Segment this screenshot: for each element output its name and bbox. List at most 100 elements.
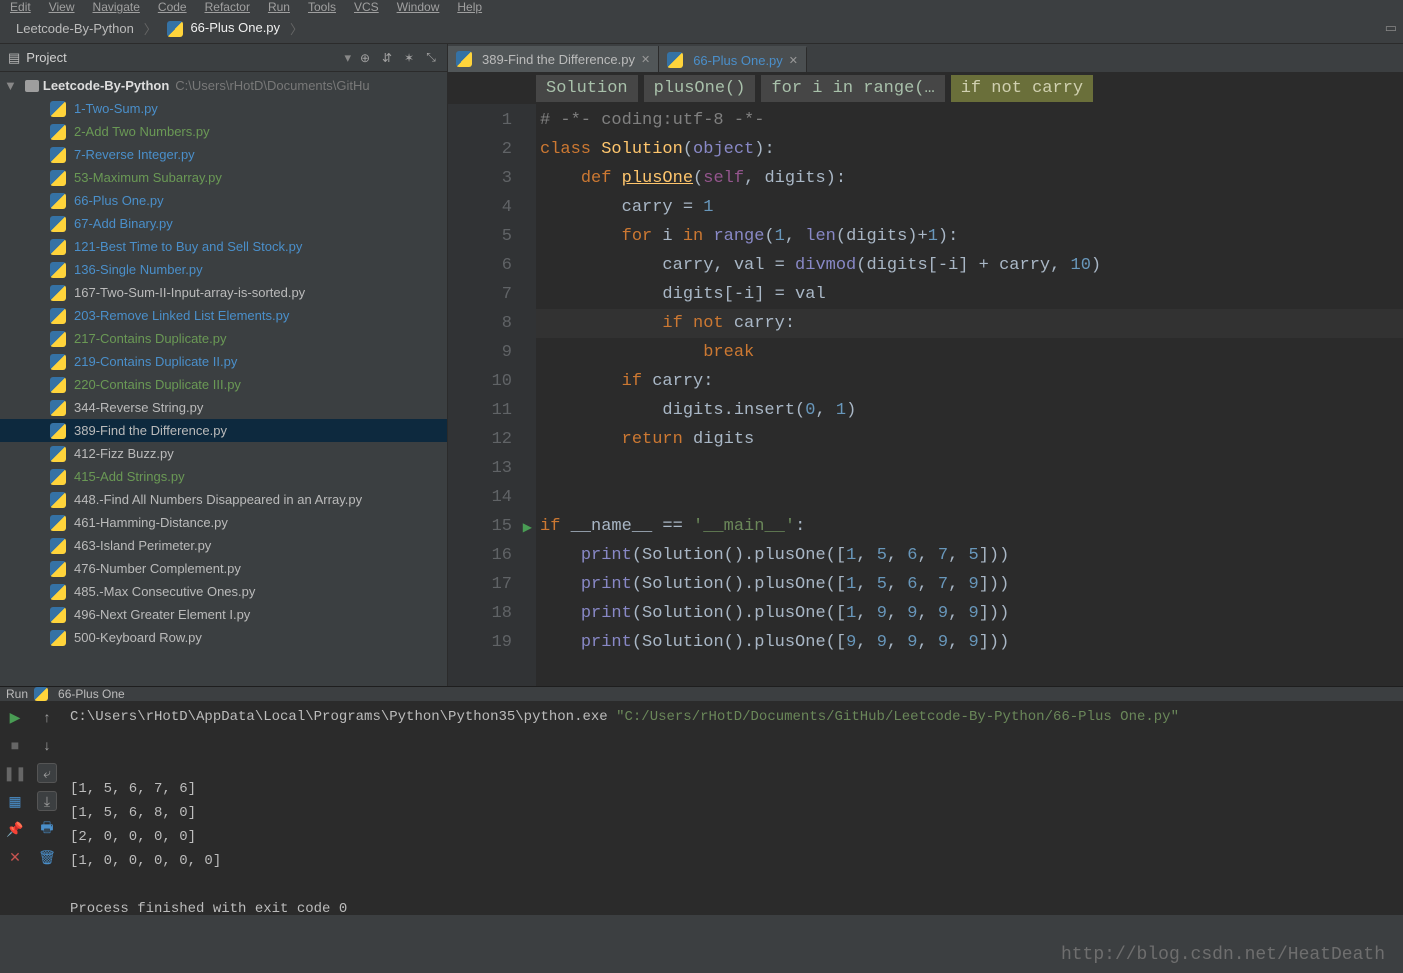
console-command: C:\Users\rHotD\AppData\Local\Programs\Py… <box>70 705 1397 729</box>
file-item[interactable]: 344-Reverse String.py <box>0 396 447 419</box>
project-tree[interactable]: ▼ Leetcode-By-Python C:\Users\rHotD\Docu… <box>0 72 447 686</box>
file-item[interactable]: 217-Contains Duplicate.py <box>0 327 447 350</box>
rerun-icon[interactable]: ▶ <box>5 707 25 727</box>
code-line[interactable]: carry, val = divmod(digits[-i] + carry, … <box>536 251 1403 280</box>
code-editor[interactable]: 1234567891011121314▶1516171819 # -*- cod… <box>448 104 1403 686</box>
file-item[interactable]: 167-Two-Sum-II-Input-array-is-sorted.py <box>0 281 447 304</box>
run-gutter-icon[interactable]: ▶ <box>523 514 532 543</box>
gear-icon[interactable]: ✶ <box>401 50 417 66</box>
menu-vcs[interactable]: VCS <box>354 0 379 14</box>
context-chip[interactable]: for i in range(… <box>761 75 944 102</box>
file-item[interactable]: 448.-Find All Numbers Disappeared in an … <box>0 488 447 511</box>
file-item[interactable]: 496-Next Greater Element I.py <box>0 603 447 626</box>
code-line[interactable]: print(Solution().plusOne([9, 9, 9, 9, 9]… <box>536 628 1403 657</box>
close-icon[interactable]: ✕ <box>5 847 25 867</box>
menu-run[interactable]: Run <box>268 0 290 14</box>
file-item[interactable]: 136-Single Number.py <box>0 258 447 281</box>
file-item[interactable]: 461-Hamming-Distance.py <box>0 511 447 534</box>
up-icon[interactable]: ↑ <box>37 707 57 727</box>
menu-navigate[interactable]: Navigate <box>93 0 140 14</box>
chevron-down-icon[interactable]: ▾ <box>344 50 351 66</box>
menu-edit[interactable]: Edit <box>10 0 31 14</box>
file-name: 217-Contains Duplicate.py <box>74 331 226 346</box>
code-line[interactable] <box>536 483 1403 512</box>
code-line[interactable]: print(Solution().plusOne([1, 9, 9, 9, 9]… <box>536 599 1403 628</box>
file-item[interactable]: 2-Add Two Numbers.py <box>0 120 447 143</box>
menu-tools[interactable]: Tools <box>308 0 336 14</box>
collapse-icon[interactable]: ⇵ <box>379 50 395 66</box>
code-line[interactable]: digits[-i] = val <box>536 280 1403 309</box>
console-output[interactable]: C:\Users\rHotD\AppData\Local\Programs\Py… <box>64 701 1403 973</box>
file-name: 203-Remove Linked List Elements.py <box>74 308 289 323</box>
print-icon[interactable]: 🖶 <box>37 819 57 839</box>
breadcrumb-root[interactable]: Leetcode-By-Python <box>6 19 144 38</box>
close-icon[interactable]: ✕ <box>641 53 650 66</box>
file-item[interactable]: 7-Reverse Integer.py <box>0 143 447 166</box>
locate-icon[interactable]: ⊕ <box>357 50 373 66</box>
context-chip[interactable]: Solution <box>536 75 638 102</box>
file-item[interactable]: 412-Fizz Buzz.py <box>0 442 447 465</box>
run-label[interactable]: Run <box>6 687 28 701</box>
file-item[interactable]: 485.-Max Consecutive Ones.py <box>0 580 447 603</box>
file-item[interactable]: 66-Plus One.py <box>0 189 447 212</box>
file-item[interactable]: 415-Add Strings.py <box>0 465 447 488</box>
project-panel-title[interactable]: Project <box>26 50 336 65</box>
python-file-icon <box>50 377 66 393</box>
code-line[interactable]: break <box>536 338 1403 367</box>
code-line[interactable]: for i in range(1, len(digits)+1): <box>536 222 1403 251</box>
pin-icon[interactable]: 📌 <box>5 819 25 839</box>
context-chip[interactable]: if not carry <box>951 75 1093 102</box>
code-line[interactable]: return digits <box>536 425 1403 454</box>
toolbar-right-icon[interactable]: ▭ <box>1357 20 1397 38</box>
pause-icon[interactable]: ❚❚ <box>5 763 25 783</box>
file-item[interactable]: 67-Add Binary.py <box>0 212 447 235</box>
file-item[interactable]: 463-Island Perimeter.py <box>0 534 447 557</box>
file-item[interactable]: 219-Contains Duplicate II.py <box>0 350 447 373</box>
file-item[interactable]: 203-Remove Linked List Elements.py <box>0 304 447 327</box>
code-line[interactable]: def plusOne(self, digits): <box>536 164 1403 193</box>
code-line[interactable]: carry = 1 <box>536 193 1403 222</box>
menu-window[interactable]: Window <box>397 0 440 14</box>
menu-refactor[interactable]: Refactor <box>205 0 250 14</box>
code-line[interactable]: print(Solution().plusOne([1, 5, 6, 7, 5]… <box>536 541 1403 570</box>
file-item[interactable]: 53-Maximum Subarray.py <box>0 166 447 189</box>
run-config-name[interactable]: 66-Plus One <box>58 687 125 701</box>
down-icon[interactable]: ↓ <box>37 735 57 755</box>
close-icon[interactable]: ✕ <box>789 54 798 67</box>
editor-tab[interactable]: 389-Find the Difference.py✕ <box>448 46 659 72</box>
code-line[interactable]: # -*- coding:utf-8 -*- <box>536 106 1403 135</box>
code-line[interactable]: if carry: <box>536 367 1403 396</box>
file-item[interactable]: 476-Number Complement.py <box>0 557 447 580</box>
expand-icon[interactable]: ▼ <box>4 78 17 93</box>
context-chip[interactable]: plusOne() <box>644 75 756 102</box>
hide-icon[interactable]: ⤡ <box>423 50 439 66</box>
file-name: 1-Two-Sum.py <box>74 101 158 116</box>
code-line[interactable]: class Solution(object): <box>536 135 1403 164</box>
file-item[interactable]: 121-Best Time to Buy and Sell Stock.py <box>0 235 447 258</box>
menu-help[interactable]: Help <box>457 0 482 14</box>
editor-tab[interactable]: 66-Plus One.py✕ <box>659 46 807 72</box>
trash-icon[interactable]: 🗑 <box>37 847 57 867</box>
code-line[interactable]: print(Solution().plusOne([1, 5, 6, 7, 9]… <box>536 570 1403 599</box>
file-item[interactable]: 220-Contains Duplicate III.py <box>0 373 447 396</box>
code-lines[interactable]: # -*- coding:utf-8 -*-class Solution(obj… <box>536 104 1403 686</box>
scroll-end-icon[interactable]: ⤓ <box>37 791 57 811</box>
code-line[interactable]: if __name__ == '__main__': <box>536 512 1403 541</box>
python-file-icon <box>50 354 66 370</box>
menu-code[interactable]: Code <box>158 0 187 14</box>
menu-view[interactable]: View <box>49 0 75 14</box>
code-line[interactable]: digits.insert(0, 1) <box>536 396 1403 425</box>
project-root[interactable]: ▼ Leetcode-By-Python C:\Users\rHotD\Docu… <box>0 74 447 97</box>
code-line[interactable] <box>536 454 1403 483</box>
soft-wrap-icon[interactable]: ⤶ <box>37 763 57 783</box>
breadcrumb-file[interactable]: 66-Plus One.py <box>157 18 290 39</box>
file-item[interactable]: 500-Keyboard Row.py <box>0 626 447 649</box>
file-item[interactable]: 1-Two-Sum.py <box>0 97 447 120</box>
line-number: 3 <box>448 164 512 193</box>
file-name: 53-Maximum Subarray.py <box>74 170 222 185</box>
layout-icon[interactable]: ▦ <box>5 791 25 811</box>
code-line[interactable]: if not carry: <box>536 309 1403 338</box>
file-item[interactable]: 389-Find the Difference.py <box>0 419 447 442</box>
run-toolbar-left2: ↑ ↓ ⤶ ⤓ 🖶 🗑 <box>30 701 64 973</box>
stop-square-icon[interactable]: ■ <box>5 735 25 755</box>
